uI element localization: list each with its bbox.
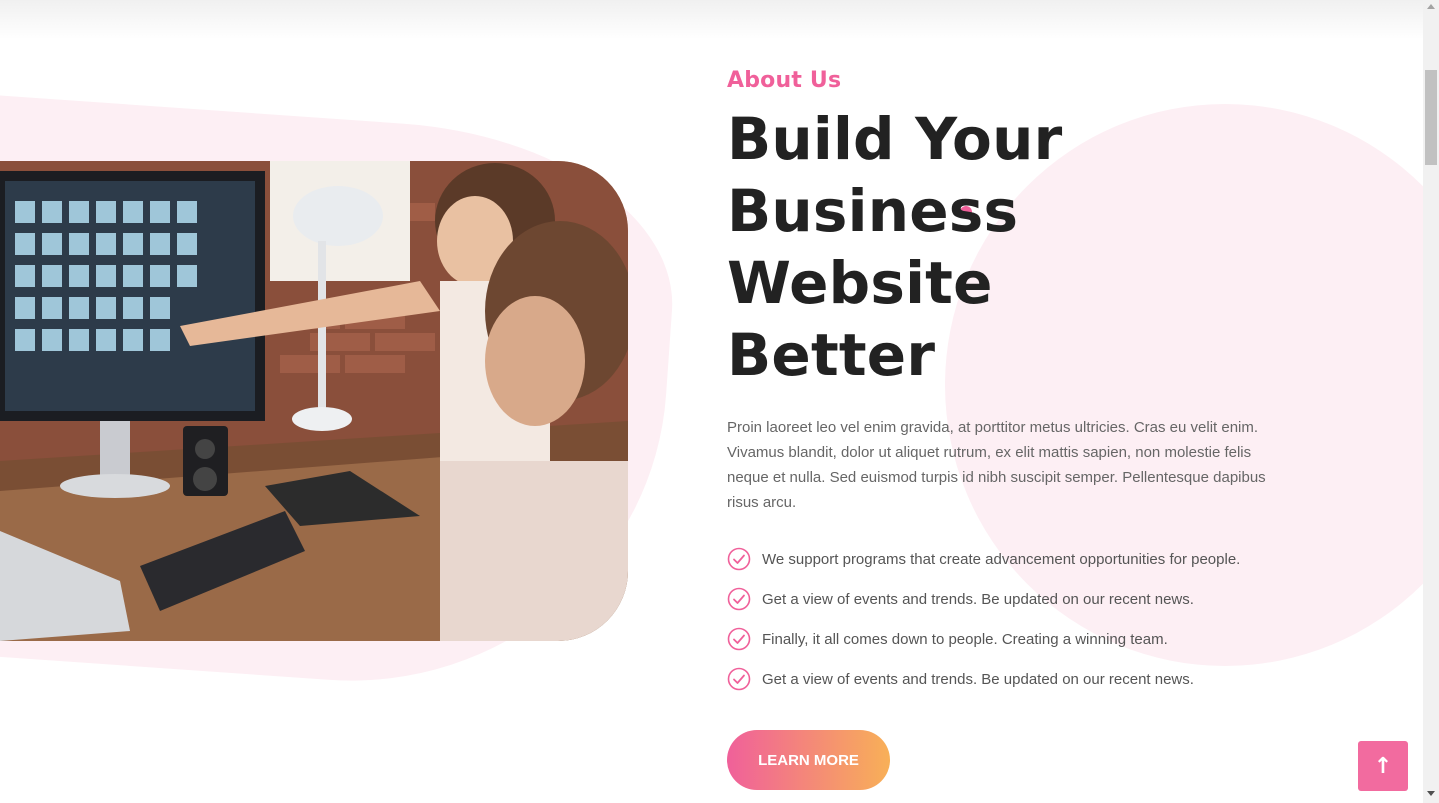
- about-section: About Us Build Your Business Website Bet…: [0, 0, 1439, 803]
- list-item-text: Get a view of events and trends. Be upda…: [762, 590, 1194, 608]
- list-item-text: Finally, it all comes down to people. Cr…: [762, 630, 1168, 648]
- scroll-down-icon[interactable]: [1427, 791, 1435, 796]
- section-intro: Proin laoreet leo vel enim gravida, at p…: [727, 419, 1266, 511]
- headline-line-1: Build Your: [727, 105, 1063, 173]
- headline-line-2: Business Website: [727, 177, 1019, 317]
- header-shadow: [0, 0, 1423, 40]
- back-to-top-button[interactable]: ↑: [1358, 741, 1408, 791]
- list-item-text: Get a view of events and trends. Be upda…: [762, 670, 1194, 688]
- check-circle-icon: [727, 627, 751, 651]
- about-content: About Us Build Your Business Website Bet…: [727, 68, 1287, 790]
- check-circle-icon: [727, 547, 751, 571]
- scrollbar-thumb[interactable]: [1425, 70, 1437, 165]
- section-headline: Build Your Business Website Better: [727, 103, 1287, 391]
- list-item: Finally, it all comes down to people. Cr…: [727, 619, 1287, 659]
- check-circle-icon: [727, 587, 751, 611]
- headline-line-3: Better: [727, 321, 936, 389]
- list-item-text: We support programs that create advancem…: [762, 550, 1241, 568]
- list-item: Get a view of events and trends. Be upda…: [727, 659, 1287, 699]
- feature-checklist: We support programs that create advancem…: [727, 539, 1287, 699]
- section-eyebrow: About Us: [727, 68, 842, 93]
- office-photo-illustration: [0, 161, 628, 641]
- arrow-up-icon: ↑: [1373, 753, 1393, 779]
- learn-more-button[interactable]: LEARN MORE: [727, 730, 890, 790]
- about-image: [0, 161, 628, 641]
- check-circle-icon: [727, 667, 751, 691]
- list-item: Get a view of events and trends. Be upda…: [727, 579, 1287, 619]
- scroll-up-icon[interactable]: [1427, 4, 1435, 9]
- list-item: We support programs that create advancem…: [727, 539, 1287, 579]
